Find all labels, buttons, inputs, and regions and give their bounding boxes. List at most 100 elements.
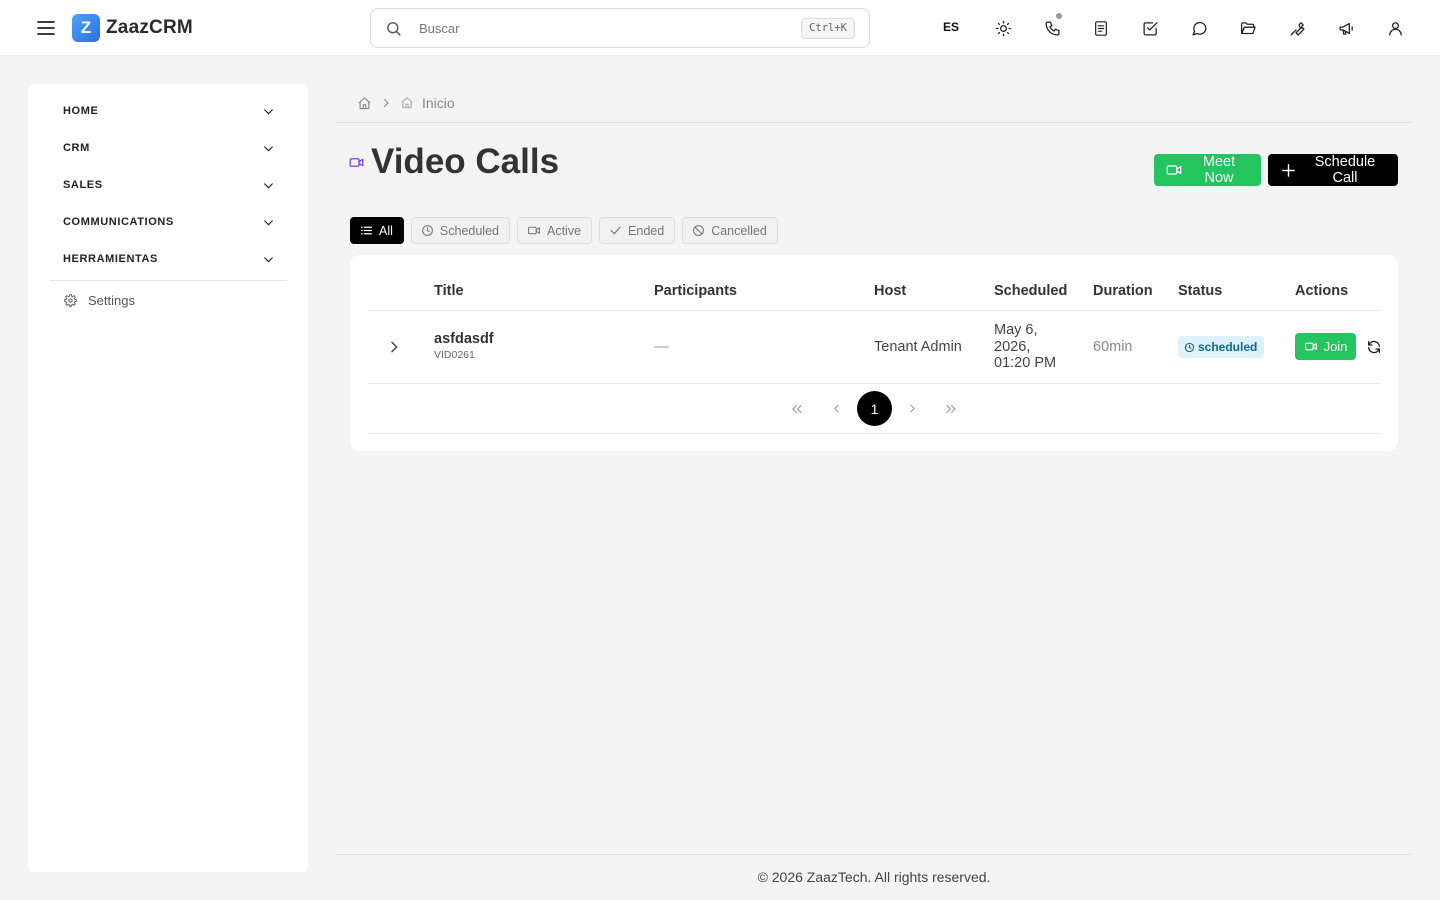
search-icon: [385, 20, 402, 37]
scheduled-year-line: 2026,: [994, 338, 1031, 355]
filter-label: All: [379, 223, 393, 238]
join-label: Join: [1323, 339, 1348, 354]
theme-icon[interactable]: [991, 16, 1015, 40]
column-header-status[interactable]: Status: [1178, 283, 1222, 299]
clock-icon: [421, 224, 434, 237]
previous-page-button[interactable]: [826, 391, 846, 426]
sidebar-item-label: HOME: [63, 105, 99, 117]
user-icon[interactable]: [1383, 16, 1407, 40]
first-page-button[interactable]: [787, 391, 807, 426]
phone-icon[interactable]: [1040, 13, 1064, 40]
scheduled-cell: May 6, 2026, 01:20 PM: [994, 322, 1056, 372]
sidebar-item-label: HERRAMIENTAS: [63, 253, 158, 265]
sidebar-item-label: SALES: [63, 179, 103, 191]
page-number-current[interactable]: 1: [857, 391, 892, 426]
column-header-actions: Actions: [1295, 283, 1349, 299]
filter-ended[interactable]: Ended: [599, 217, 676, 244]
ban-icon: [692, 224, 705, 237]
sidebar-item-settings[interactable]: Settings: [64, 293, 135, 308]
sidebar-item-label: COMMUNICATIONS: [63, 216, 174, 228]
status-badge: scheduled: [1178, 336, 1265, 358]
participants-cell: —: [654, 339, 669, 355]
sidebar-item-communications[interactable]: COMMUNICATIONS: [63, 211, 275, 233]
chevron-right-icon[interactable]: [386, 339, 402, 355]
search-shortcut: Ctrl+K: [801, 18, 855, 39]
filter-scheduled[interactable]: Scheduled: [410, 217, 510, 244]
language-switcher[interactable]: ES: [943, 20, 959, 34]
chevrons-right-icon: [944, 402, 958, 416]
video-calls-table: Title Participants Host Scheduled Durati…: [350, 255, 1398, 451]
column-header-host[interactable]: Host: [874, 283, 906, 299]
video-icon: [527, 224, 541, 237]
tasks-icon[interactable]: [1138, 16, 1162, 40]
chevron-left-icon: [830, 402, 843, 415]
join-button[interactable]: Join: [1295, 333, 1356, 360]
search-box[interactable]: Ctrl+K: [370, 8, 870, 48]
clock-icon: [1184, 342, 1195, 353]
filter-active[interactable]: Active: [516, 217, 593, 244]
top-bar: Z ZaazCRM Ctrl+K ES: [0, 0, 1440, 56]
breadcrumb-divider: [336, 122, 1412, 123]
column-header-duration[interactable]: Duration: [1093, 283, 1153, 299]
call-code: VID0261: [434, 349, 475, 361]
video-icon: [1304, 340, 1318, 353]
status-filter-tabs: All Scheduled Active Ended Cancelled: [350, 217, 778, 244]
list-icon: [360, 224, 373, 237]
chevron-right-icon: [906, 402, 919, 415]
filter-cancelled[interactable]: Cancelled: [682, 217, 778, 244]
host-cell: Tenant Admin: [874, 339, 962, 355]
gear-icon: [64, 294, 77, 307]
chevron-down-icon: [262, 105, 275, 118]
chevrons-left-icon: [790, 402, 804, 416]
filter-label: Ended: [628, 223, 665, 238]
plus-icon: [1280, 162, 1297, 179]
notes-icon[interactable]: [1089, 16, 1113, 40]
last-page-button[interactable]: [941, 391, 961, 426]
column-header-title[interactable]: Title: [434, 283, 464, 299]
sidebar-item-home[interactable]: HOME: [63, 100, 275, 122]
status-label: scheduled: [1198, 340, 1258, 354]
footer-divider: [336, 854, 1412, 855]
chevron-down-icon: [262, 142, 275, 155]
duration-cell: 60min: [1093, 339, 1133, 355]
logo-mark: Z: [72, 14, 100, 42]
sidebar-item-herramientas[interactable]: HERRAMIENTAS: [63, 248, 275, 270]
column-header-scheduled[interactable]: Scheduled: [994, 283, 1067, 299]
call-title[interactable]: asfdasdf: [434, 331, 494, 347]
refresh-icon[interactable]: [1366, 339, 1382, 355]
call-title-cell: asfdasdf VID0261: [434, 331, 494, 361]
sidebar-item-crm[interactable]: CRM: [63, 137, 275, 159]
notification-dot: [1056, 13, 1062, 19]
home-icon: [400, 96, 414, 110]
breadcrumb-current: Inicio: [422, 95, 455, 111]
column-header-participants[interactable]: Participants: [654, 283, 737, 299]
next-page-button[interactable]: [902, 391, 922, 426]
breadcrumb: Inicio: [357, 94, 455, 112]
video-icon: [1166, 162, 1182, 178]
app-logo[interactable]: Z ZaazCRM: [72, 14, 193, 42]
chevron-down-icon: [262, 253, 275, 266]
settings-label: Settings: [88, 293, 135, 308]
meet-now-button[interactable]: Meet Now: [1154, 154, 1261, 186]
home-icon[interactable]: [357, 96, 372, 111]
search-input[interactable]: [419, 18, 779, 38]
schedule-call-button[interactable]: Schedule Call: [1268, 154, 1398, 186]
sidebar: HOME CRM SALES COMMUNICATIONS HERRAMIENT…: [28, 84, 308, 872]
filter-label: Active: [546, 223, 582, 238]
filter-label: Cancelled: [711, 223, 767, 238]
tools-icon[interactable]: [1285, 16, 1309, 40]
filter-all[interactable]: All: [350, 217, 404, 244]
pagination-divider: [368, 433, 1381, 434]
sidebar-item-sales[interactable]: SALES: [63, 174, 275, 196]
page-header: Video Calls: [349, 142, 559, 182]
app-name: ZaazCRM: [106, 17, 193, 38]
sidebar-item-label: CRM: [63, 142, 90, 154]
video-icon: [349, 155, 364, 170]
menu-icon[interactable]: [34, 16, 58, 40]
scheduled-date-line: May 6,: [994, 322, 1038, 338]
chat-icon[interactable]: [1187, 16, 1211, 40]
meet-now-label: Meet Now: [1202, 154, 1236, 186]
megaphone-icon[interactable]: [1334, 16, 1358, 40]
check-icon: [609, 224, 622, 237]
folder-icon[interactable]: [1236, 16, 1260, 40]
